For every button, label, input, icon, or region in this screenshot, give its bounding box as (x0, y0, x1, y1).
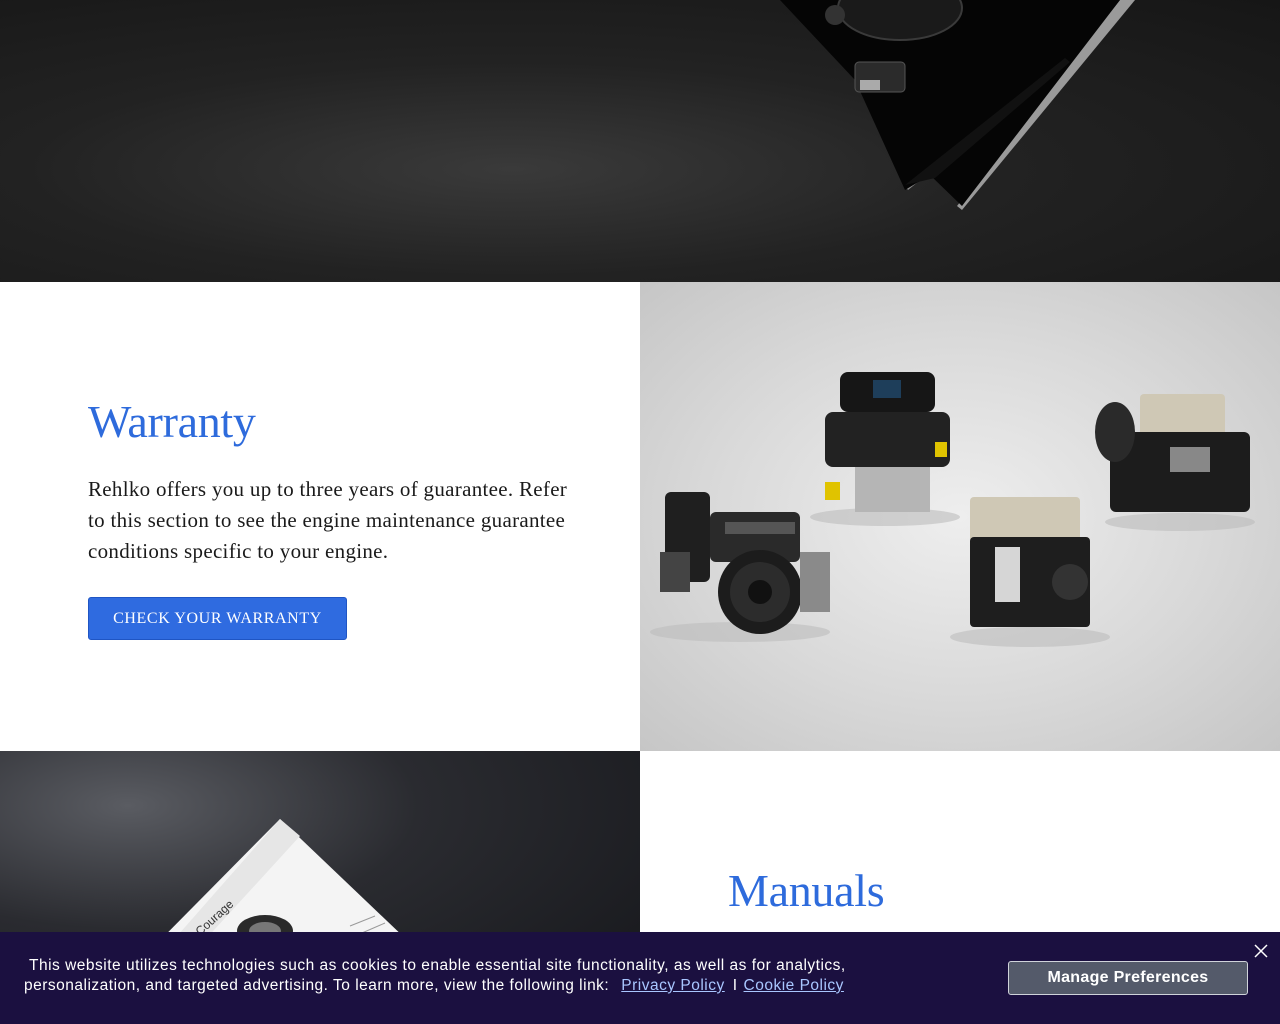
hero-banner (0, 0, 1280, 282)
engine-marine (1095, 394, 1255, 531)
warranty-title: Warranty (88, 396, 256, 447)
cookie-message-line1: This website utilizes technologies such … (29, 957, 846, 974)
manage-preferences-button[interactable]: Manage Preferences (1008, 961, 1248, 995)
cookie-message: This website utilizes technologies such … (24, 956, 904, 996)
manuals-title: Manuals (728, 865, 885, 916)
engine-diesel-three (950, 497, 1110, 647)
engine-vtwin (810, 372, 960, 526)
privacy-policy-link[interactable]: Privacy Policy (621, 977, 724, 994)
warranty-engines-image (640, 282, 1280, 751)
cookie-message-line2: personalization, and targeted advertisin… (24, 977, 610, 994)
cookie-banner: This website utilizes technologies such … (0, 932, 1280, 1024)
close-icon[interactable] (1252, 942, 1270, 960)
cookie-policy-link[interactable]: Cookie Policy (744, 977, 844, 994)
warranty-description: Rehlko offers you up to three years of g… (88, 477, 568, 563)
warranty-section: Warranty Rehlko offers you up to three y… (0, 282, 640, 751)
hero-engine-image (780, 0, 1135, 210)
check-warranty-button[interactable]: CHECK YOUR WARRANTY (88, 597, 347, 640)
link-separator: I (732, 977, 738, 994)
engine-small-single (650, 492, 830, 642)
